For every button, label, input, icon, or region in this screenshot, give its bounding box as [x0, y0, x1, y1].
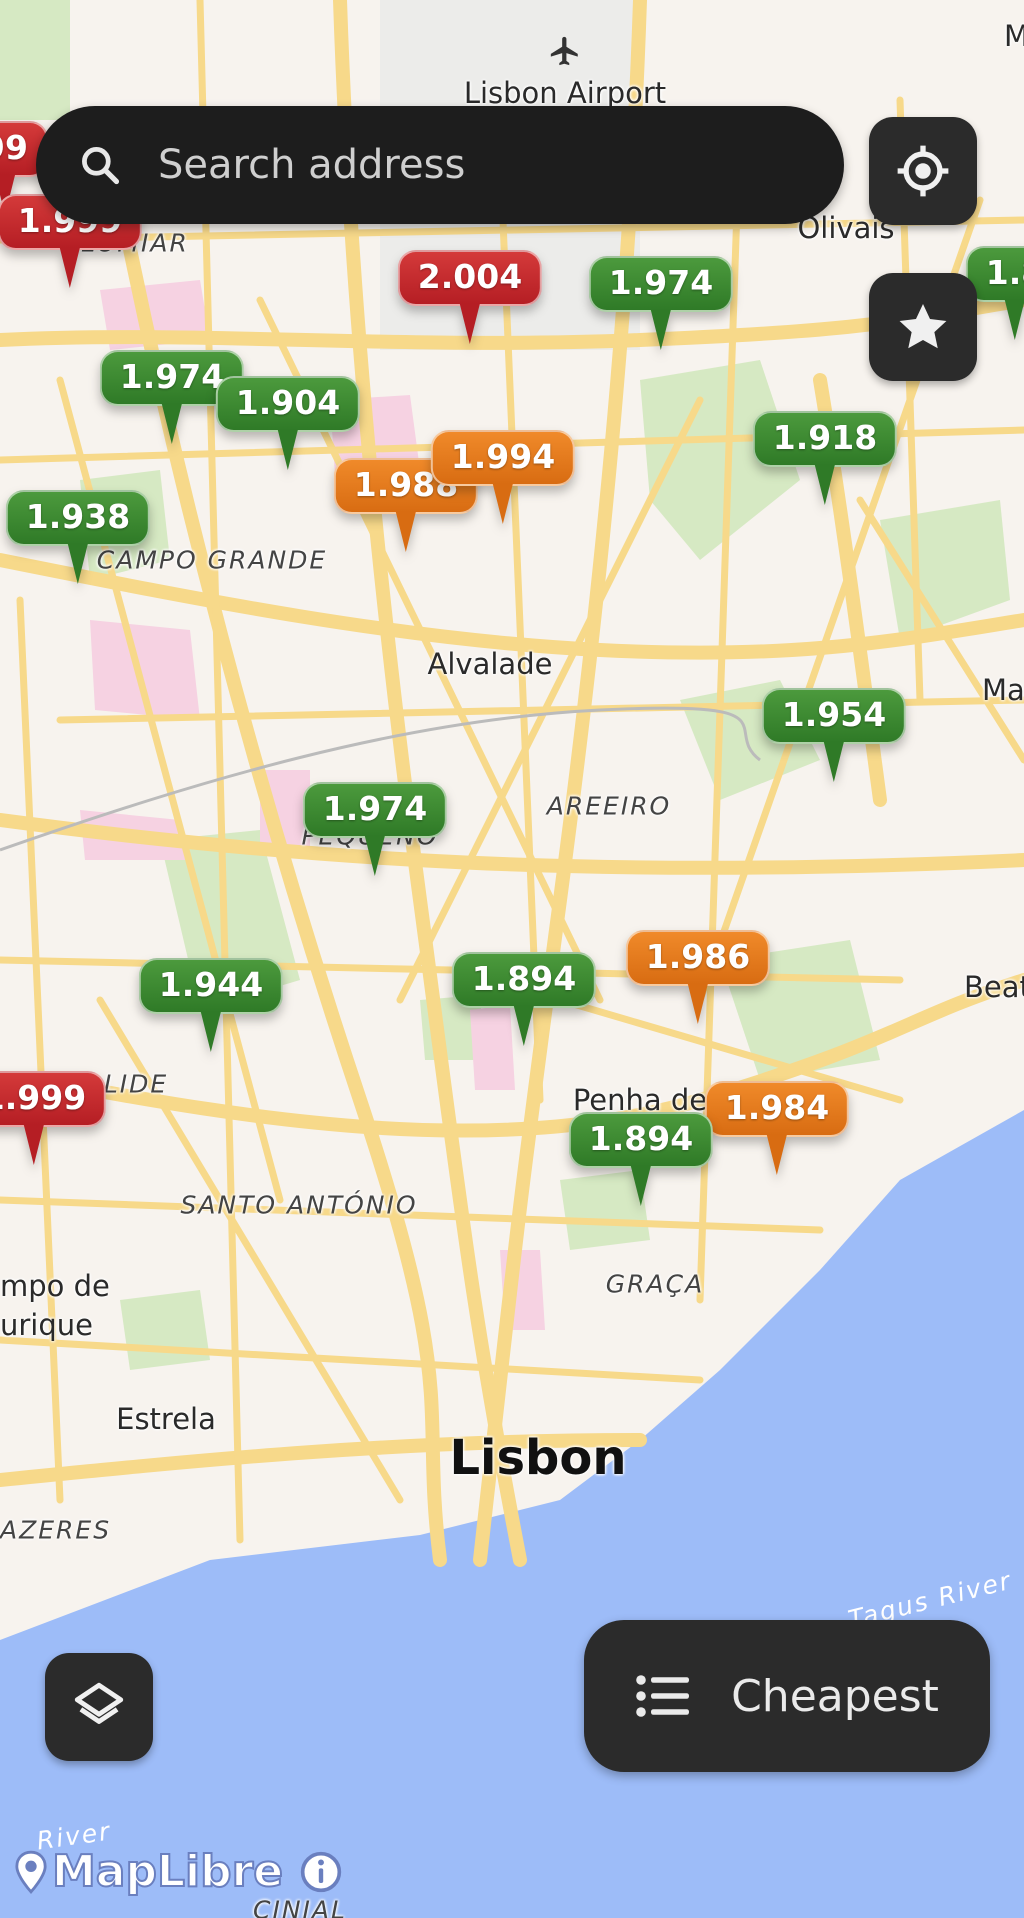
map-label: Lisbon [449, 1430, 627, 1486]
marker-pin-tail [513, 1006, 534, 1046]
info-icon[interactable] [299, 1850, 343, 1894]
map-label: mpo de [0, 1269, 110, 1303]
layers-icon [74, 1682, 124, 1724]
marker-pin-tail [492, 484, 513, 524]
map-label: Alvalade [427, 647, 553, 681]
price-marker[interactable]: 1.974 [302, 782, 448, 876]
price-marker[interactable]: 1.984 [704, 1081, 850, 1175]
price-label: 1.954 [761, 688, 907, 744]
favorites-button[interactable] [869, 273, 977, 381]
search-bar[interactable] [36, 106, 844, 224]
maplibre-pin-icon [15, 1850, 47, 1894]
marker-pin-tail [200, 1012, 221, 1052]
map-label: LIDE [103, 1069, 169, 1099]
map-label: CINIAL [253, 1895, 347, 1918]
locate-button[interactable] [869, 117, 977, 225]
price-marker[interactable]: 1.918 [752, 411, 898, 505]
marker-pin-tail [161, 404, 182, 444]
price-marker[interactable]: 1.994 [430, 430, 576, 524]
price-label: 1.904 [215, 376, 361, 432]
price-label: 1.894 [568, 1112, 714, 1168]
marker-pin-tail [459, 304, 480, 344]
price-marker[interactable]: 1.894 [568, 1112, 714, 1206]
price-marker[interactable]: 1.986 [625, 930, 771, 1024]
price-label: 1.918 [752, 411, 898, 467]
marker-pin-tail [766, 1135, 787, 1175]
map-label: GRAÇA [605, 1269, 705, 1299]
layers-button[interactable] [45, 1653, 153, 1761]
price-label: 1.974 [588, 256, 734, 312]
price-label: 1.994 [430, 430, 576, 486]
marker-pin-tail [687, 984, 708, 1024]
star-icon [899, 304, 947, 349]
price-label: 1.974 [302, 782, 448, 838]
price-marker[interactable]: 1.974 [588, 256, 734, 350]
marker-pin-tail [277, 430, 298, 470]
cheapest-button-label: Cheapest [731, 1670, 939, 1722]
marker-pin-tail [67, 544, 88, 584]
price-marker[interactable]: 2.004 [397, 250, 543, 344]
map-label: urique [0, 1308, 93, 1342]
price-marker[interactable]: 1.904 [215, 376, 361, 470]
airplane-icon [550, 36, 578, 66]
price-label: 1.938 [5, 490, 151, 546]
map-label: Beat [964, 970, 1024, 1004]
search-input[interactable] [156, 141, 800, 189]
map-label: AZERES [0, 1515, 112, 1545]
price-label: 1.999 [0, 1071, 107, 1127]
marker-pin-tail [395, 512, 416, 552]
map-attribution: MapLibre [14, 1845, 343, 1898]
price-marker[interactable]: 1.954 [761, 688, 907, 782]
price-label: 1.894 [451, 952, 597, 1008]
list-icon [636, 1675, 690, 1717]
map-view[interactable]: Lisbon Airport Olivais LUMIAR CAMPO GRAN… [0, 0, 1024, 1918]
map-label: Estrela [116, 1402, 216, 1436]
marker-pin-tail [823, 742, 844, 782]
maplibre-logo: MapLibre [51, 1845, 284, 1898]
price-label: 1.986 [625, 930, 771, 986]
price-label: 1.944 [138, 958, 284, 1014]
map-label: AREEIRO [546, 791, 672, 821]
map-label: Ma [982, 673, 1024, 707]
map-label: M [1004, 19, 1024, 53]
marker-pin-tail [814, 465, 835, 505]
search-icon [82, 147, 120, 185]
marker-pin-tail [650, 310, 671, 350]
price-marker[interactable]: 1.938 [5, 490, 151, 584]
cheapest-button[interactable]: Cheapest [584, 1620, 990, 1772]
map-label: Lisbon Airport [463, 76, 667, 110]
marker-pin-tail [59, 248, 80, 288]
crosshair-icon [897, 145, 949, 197]
marker-pin-tail [1005, 300, 1024, 340]
price-label: 2.004 [397, 250, 543, 306]
marker-pin-tail [364, 836, 385, 876]
price-marker[interactable]: 1.944 [138, 958, 284, 1052]
marker-pin-tail [23, 1125, 44, 1165]
price-label: 1.984 [704, 1081, 850, 1137]
marker-pin-tail [630, 1166, 651, 1206]
price-marker[interactable]: 1.999 [0, 1071, 107, 1165]
price-marker[interactable]: 1.894 [451, 952, 597, 1046]
map-label: SANTO ANTÓNIO [180, 1190, 418, 1220]
